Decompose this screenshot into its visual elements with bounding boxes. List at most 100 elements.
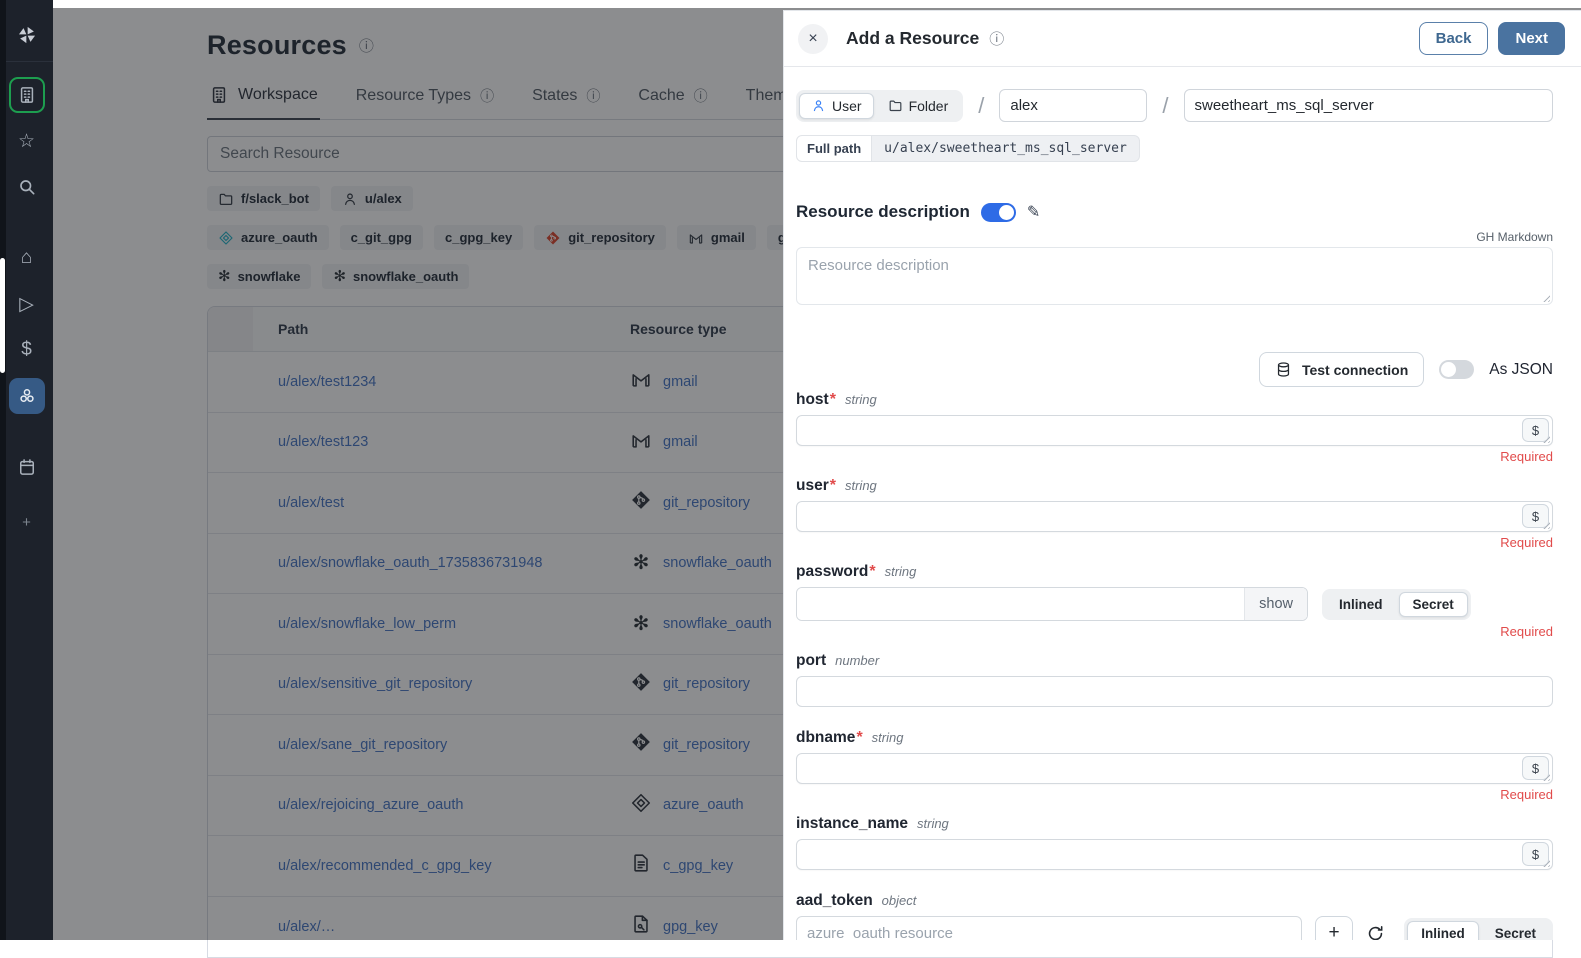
path-builder: User Folder / /: [796, 89, 1553, 122]
description-heading: Resource description: [796, 202, 970, 222]
play-icon: ▷: [19, 293, 34, 316]
field-user: user * string $ Required: [796, 477, 1553, 550]
variable-picker-button[interactable]: $: [1522, 756, 1549, 780]
instance-name-input[interactable]: [796, 839, 1553, 870]
required-asterisk: *: [869, 563, 875, 581]
building-icon: [17, 85, 37, 105]
field-type: object: [882, 893, 917, 908]
as-json-toggle[interactable]: [1439, 360, 1474, 379]
inlined-option[interactable]: Inlined: [1325, 592, 1397, 617]
next-button[interactable]: Next: [1498, 22, 1565, 55]
password-input[interactable]: [797, 588, 1307, 620]
windmill-logo-icon[interactable]: [9, 17, 45, 53]
field-instance-name: instance_name string $: [796, 815, 1553, 870]
field-dbname: dbname * string $ Required: [796, 729, 1553, 802]
required-asterisk: *: [830, 477, 836, 495]
aad-token-input[interactable]: [796, 916, 1302, 940]
kind-user-option[interactable]: User: [799, 93, 874, 119]
back-button[interactable]: Back: [1419, 22, 1489, 55]
port-input[interactable]: [796, 676, 1553, 707]
full-path-value: u/alex/sweetheart_ms_sql_server: [872, 135, 1140, 162]
drawer-header: × Add a Resource ⓘ Back Next: [784, 11, 1581, 67]
info-icon[interactable]: ⓘ: [989, 28, 1004, 49]
field-name: user: [796, 477, 829, 495]
show-password-button[interactable]: show: [1244, 588, 1307, 620]
database-icon: [1275, 361, 1292, 378]
owner-input[interactable]: [999, 89, 1147, 122]
description-textarea[interactable]: [796, 247, 1553, 305]
sidebar-divider: [1, 61, 53, 62]
plus-icon: +: [22, 514, 31, 531]
full-path: Full path u/alex/sweetheart_ms_sql_serve…: [796, 135, 1140, 162]
close-button[interactable]: ×: [798, 24, 828, 54]
sidebar-item-resources[interactable]: [9, 378, 45, 414]
star-icon: ☆: [18, 130, 35, 153]
home-icon: ⌂: [21, 247, 32, 269]
refresh-icon[interactable]: [1366, 924, 1385, 941]
field-name: password: [796, 563, 868, 581]
drawer-title: Add a Resource: [846, 28, 979, 49]
dollar-icon: $: [21, 339, 32, 361]
sidebar-item-runs[interactable]: ▷: [9, 286, 45, 322]
sidebar-item-search[interactable]: [9, 169, 45, 205]
required-label: Required: [796, 624, 1553, 639]
field-name: aad_token: [796, 892, 873, 910]
pencil-icon[interactable]: ✎: [1027, 202, 1040, 222]
field-type: string: [885, 564, 917, 579]
path-separator: /: [1162, 93, 1168, 119]
required-label: Required: [796, 449, 1553, 464]
sidebar: ☆ ⌂ ▷ $ +: [0, 0, 53, 940]
secret-mode-toggle: Inlined Secret: [1322, 589, 1471, 620]
field-name: port: [796, 652, 826, 670]
variable-picker-button[interactable]: $: [1522, 842, 1549, 866]
search-icon: [17, 177, 37, 197]
sidebar-item-schedules[interactable]: [9, 449, 45, 485]
sidebar-item-add[interactable]: +: [9, 504, 45, 540]
variable-picker-button[interactable]: $: [1522, 418, 1549, 442]
secret-option[interactable]: Secret: [1481, 921, 1550, 941]
connection-row: Test connection As JSON: [796, 352, 1553, 387]
as-json-label: As JSON: [1489, 361, 1553, 379]
sidebar-scroll-indicator[interactable]: [0, 258, 5, 373]
folder-icon: [888, 98, 903, 113]
required-label: Required: [796, 787, 1553, 802]
field-type: string: [845, 478, 877, 493]
secret-option[interactable]: Secret: [1399, 592, 1468, 617]
secret-mode-toggle: Inlined Secret: [1404, 918, 1553, 941]
field-name: host: [796, 391, 829, 409]
sidebar-item-workspace[interactable]: [9, 77, 45, 113]
field-type: number: [835, 653, 879, 668]
resource-name-input[interactable]: [1184, 89, 1554, 122]
host-input[interactable]: [796, 415, 1553, 446]
person-icon: [811, 98, 826, 113]
markdown-hint: GH Markdown: [796, 230, 1553, 244]
sidebar-item-variables[interactable]: $: [9, 332, 45, 368]
field-password: password * string show Inlined Secret Re…: [796, 563, 1553, 639]
field-host: host * string $ Required: [796, 391, 1553, 464]
field-type: string: [872, 730, 904, 745]
drawer-body: User Folder / / Full path u/alex/sweethe…: [784, 67, 1581, 940]
required-asterisk: *: [856, 729, 862, 747]
required-asterisk: *: [830, 391, 836, 409]
inlined-option[interactable]: Inlined: [1407, 921, 1479, 941]
dbname-input[interactable]: [796, 753, 1553, 784]
calendar-icon: [17, 457, 37, 477]
field-name: dbname: [796, 729, 855, 747]
required-label: Required: [796, 535, 1553, 550]
kind-folder-option[interactable]: Folder: [876, 93, 961, 119]
boxes-icon: [17, 386, 37, 406]
field-type: string: [845, 392, 877, 407]
add-resource-drawer: × Add a Resource ⓘ Back Next User Folder…: [783, 10, 1581, 940]
variable-picker-button[interactable]: $: [1522, 504, 1549, 528]
field-port: port number: [796, 652, 1553, 707]
description-toggle[interactable]: [981, 203, 1016, 222]
add-nested-resource-button[interactable]: +: [1315, 916, 1353, 940]
sidebar-item-home[interactable]: ⌂: [9, 240, 45, 276]
owner-kind-toggle: User Folder: [796, 90, 963, 122]
field-name: instance_name: [796, 815, 908, 833]
path-separator: /: [978, 93, 984, 119]
sidebar-item-favorites[interactable]: ☆: [9, 123, 45, 159]
user-input[interactable]: [796, 501, 1553, 532]
description-header: Resource description ✎: [796, 202, 1553, 222]
test-connection-button[interactable]: Test connection: [1259, 352, 1424, 387]
